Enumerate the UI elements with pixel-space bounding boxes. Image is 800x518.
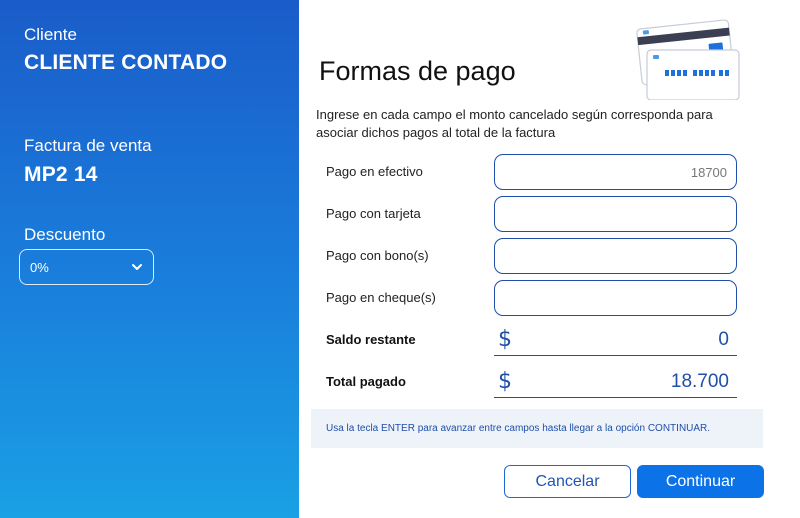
remaining-balance-label: Saldo restante: [326, 332, 416, 347]
voucher-payment-label: Pago con bono(s): [326, 248, 429, 263]
invoice-label: Factura de venta: [24, 136, 152, 155]
invoice-value: MP2 14: [24, 163, 98, 186]
remaining-balance-value: 0: [718, 328, 729, 350]
remaining-balance-field: $ 0: [494, 324, 737, 356]
sidebar: Cliente CLIENTE CONTADO Factura de venta…: [0, 0, 299, 518]
discount-select[interactable]: 0%: [19, 249, 154, 285]
cash-payment-input[interactable]: [494, 154, 737, 190]
client-value: CLIENTE CONTADO: [24, 51, 228, 74]
cash-payment-label: Pago en efectivo: [326, 164, 423, 179]
cancel-button[interactable]: Cancelar: [504, 465, 631, 498]
currency-symbol: $: [498, 369, 512, 394]
currency-symbol: $: [498, 327, 512, 352]
instructions-text: Ingrese en cada campo el monto cancelado…: [316, 107, 713, 140]
payment-cards-illustration: [636, 19, 740, 100]
card-payment-input[interactable]: [494, 196, 737, 232]
page-title: Formas de pago: [319, 56, 516, 86]
continue-button[interactable]: Continuar: [637, 465, 764, 498]
keyboard-hint: Usa la tecla ENTER para avanzar entre ca…: [311, 409, 763, 448]
check-payment-input[interactable]: [494, 280, 737, 316]
client-label: Cliente: [24, 25, 77, 44]
check-payment-label: Pago en cheque(s): [326, 290, 436, 305]
voucher-payment-input[interactable]: [494, 238, 737, 274]
total-paid-label: Total pagado: [326, 374, 406, 389]
total-paid-field: $ 18.700: [494, 366, 737, 398]
discount-label: Descuento: [24, 225, 106, 244]
payment-panel: Formas de pago Ingrese en cada campo el …: [299, 0, 800, 518]
chevron-down-icon: [132, 264, 142, 270]
discount-selected-value: 0%: [30, 259, 49, 275]
card-payment-label: Pago con tarjeta: [326, 206, 421, 221]
total-paid-value: 18.700: [670, 370, 729, 392]
